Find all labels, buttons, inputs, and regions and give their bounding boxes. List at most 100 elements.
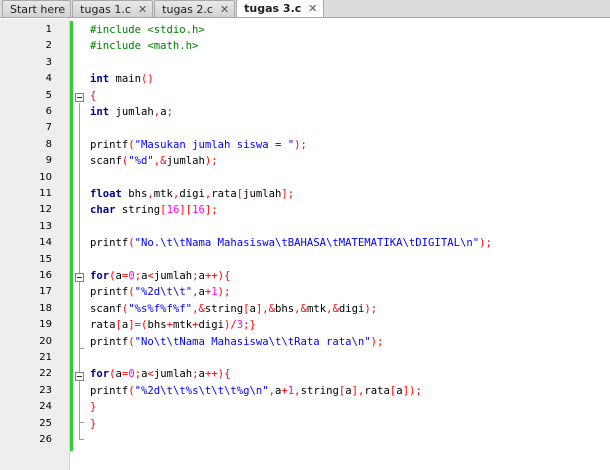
code-text[interactable]: for(a=0;a<jumlah;a++){	[90, 268, 230, 284]
code-text[interactable]: #include <math.h>	[90, 38, 198, 54]
preprocessor-directive: #include <math.h>	[90, 40, 199, 53]
code-line: 22 for(a=0;a<jumlah;a++){	[0, 366, 610, 382]
string-literal: "No.\t\tNama Mahasiswa\tBAHASA\tMATEMATI…	[134, 237, 480, 250]
tab-tugas-2[interactable]: tugas 2.c ✕	[154, 0, 236, 17]
identifier: rata	[90, 319, 116, 332]
line-number: 8	[45, 138, 52, 150]
code-line: 26	[0, 432, 610, 448]
close-icon[interactable]: ✕	[308, 3, 317, 14]
operator: ++){	[204, 270, 231, 282]
keyword: char	[90, 204, 116, 217]
operator: ]=(	[128, 319, 148, 332]
tab-start-here[interactable]: Start here	[2, 0, 72, 17]
code-line: 9 scanf("%d",&jumlah);	[0, 153, 610, 169]
close-icon[interactable]: ✕	[220, 4, 229, 15]
identifier: string	[300, 384, 339, 397]
code-line: 16 for(a=0;a<jumlah;a++){	[0, 268, 610, 284]
code-line: 11 float bhs,mtk,digi,rata[jumlah];	[0, 186, 610, 202]
string-literal: "%s%f%f%f"	[128, 302, 193, 315]
string-literal: "No\t\tNama Mahasiswa\t\tRata rata\n"	[134, 335, 371, 348]
number-literal: 16	[166, 204, 180, 217]
line-number: 14	[39, 237, 52, 249]
line-number: 7	[45, 122, 52, 134]
line-number: 22	[39, 368, 52, 380]
line-number: 2	[45, 40, 52, 52]
code-line: 17 printf("%2d\t\t",a+1);	[0, 284, 610, 300]
identifier: jumlah	[166, 155, 205, 168]
keyword: float	[90, 188, 122, 200]
code-text[interactable]: int jumlah,a;	[90, 104, 173, 120]
tab-bar: Start here tugas 1.c ✕ tugas 2.c ✕ tugas…	[0, 0, 610, 18]
code-line: 12 char string[16][16];	[0, 202, 610, 218]
code-line: 7	[0, 120, 610, 136]
identifier: rata	[211, 188, 237, 200]
line-number: 19	[39, 319, 52, 331]
tab-tugas-3[interactable]: tugas 3.c ✕	[236, 0, 324, 17]
code-text[interactable]: }	[90, 416, 96, 432]
line-number: 3	[45, 56, 52, 68]
code-line: 13	[0, 219, 610, 235]
identifier: mtk	[172, 319, 193, 332]
code-line: 20 printf("No\t\tNama Mahasiswa\t\tRata …	[0, 334, 610, 350]
code-text[interactable]: char string[16][16];	[90, 202, 218, 218]
identifier: jumlah	[153, 368, 193, 381]
code-text[interactable]: for(a=0;a<jumlah;a++){	[90, 366, 230, 382]
code-text[interactable]: printf("No\t\tNama Mahasiswa\t\tRata rat…	[90, 334, 383, 350]
code-text[interactable]: rata[a]=(bhs+mtk+digi)/3;}	[90, 317, 256, 333]
code-line: 14 printf("No.\t\tNama Mahasiswa\tBAHASA…	[0, 235, 610, 251]
line-number: 11	[39, 188, 52, 199]
number-literal: 16	[192, 204, 205, 217]
code-text[interactable]: {	[90, 88, 96, 104]
keyword: for	[90, 270, 110, 282]
code-line: 8 printf("Masukan jumlah siswa = ");	[0, 137, 610, 153]
operator: ()	[141, 73, 154, 86]
operator: ;}	[243, 319, 256, 332]
line-number: 21	[39, 352, 52, 363]
keyword: for	[90, 368, 110, 381]
operator: );	[204, 155, 218, 168]
identifier: printf	[90, 237, 129, 250]
line-number: 10	[39, 171, 52, 183]
code-line: 19 rata[a]=(bhs+mtk+digi)/3;}	[0, 317, 610, 333]
string-literal: "%2d\t\t"	[134, 286, 193, 299]
identifier: printf	[90, 138, 129, 151]
line-number: 23	[39, 384, 52, 396]
operator: ],&	[255, 302, 276, 315]
code-text[interactable]: int main()	[90, 71, 154, 87]
line-number: 20	[39, 335, 52, 347]
tab-label: Start here	[10, 2, 66, 16]
code-editor[interactable]: 1 #include <stdio.h> 2 #include <math.h>…	[0, 19, 610, 470]
code-text[interactable]: printf("No.\t\tNama Mahasiswa\tBAHASA\tM…	[90, 235, 492, 251]
line-number: 1	[45, 24, 52, 35]
identifier: string	[115, 204, 161, 217]
code-text[interactable]: #include <stdio.h>	[90, 22, 205, 38]
identifier: jumlah	[153, 270, 193, 282]
close-icon[interactable]: ✕	[138, 4, 147, 15]
identifier: jumlah	[243, 188, 282, 200]
code-text[interactable]: printf("%2d\t\t%s\t\t\t%g\n",a+1,string[…	[90, 383, 422, 399]
code-line: 23 printf("%2d\t\t%s\t\t\t%g\n",a+1,stri…	[0, 383, 610, 399]
operator: ],	[351, 384, 365, 397]
identifier: jumlah	[109, 106, 154, 118]
operator: )/	[224, 319, 237, 332]
code-text[interactable]: float bhs,mtk,digi,rata[jumlah];	[90, 186, 294, 202]
operator: );	[370, 335, 384, 348]
code-line: 1 #include <stdio.h>	[0, 22, 610, 38]
code-line: 25 }	[0, 416, 610, 432]
code-line: 10	[0, 170, 610, 186]
code-text[interactable]: printf("%2d\t\t",a+1);	[90, 284, 230, 300]
identifier: printf	[90, 384, 129, 397]
code-text[interactable]: scanf("%d",&jumlah);	[90, 153, 218, 169]
identifier: rata	[364, 384, 390, 397]
tab-tugas-1[interactable]: tugas 1.c ✕	[72, 0, 154, 17]
code-text[interactable]: printf("Masukan jumlah siswa = ");	[90, 137, 307, 153]
line-number: 17	[39, 286, 52, 298]
identifier: string	[204, 302, 244, 315]
preprocessor-directive: #include <stdio.h>	[90, 24, 205, 36]
tab-label: tugas 1.c	[80, 2, 131, 16]
code-text[interactable]: scanf("%s%f%f%f",&string[a],&bhs,&mtk,&d…	[90, 301, 377, 317]
code-line: 3	[0, 55, 610, 71]
code-line: 5 {	[0, 88, 610, 104]
code-text[interactable]: }	[90, 399, 96, 415]
code-line: 21	[0, 350, 610, 366]
